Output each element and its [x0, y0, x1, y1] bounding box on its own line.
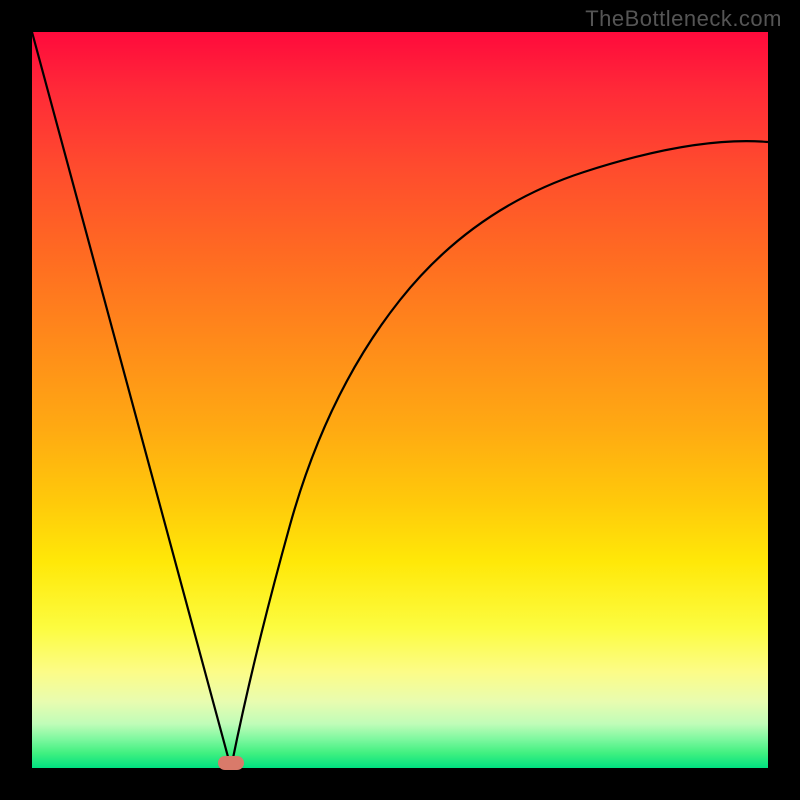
left-curve-line [32, 32, 231, 768]
chart-curves [32, 32, 768, 768]
watermark-text: TheBottleneck.com [585, 6, 782, 32]
right-curve-line [231, 141, 768, 768]
optimal-point-marker [218, 756, 244, 770]
chart-container: TheBottleneck.com [0, 0, 800, 800]
